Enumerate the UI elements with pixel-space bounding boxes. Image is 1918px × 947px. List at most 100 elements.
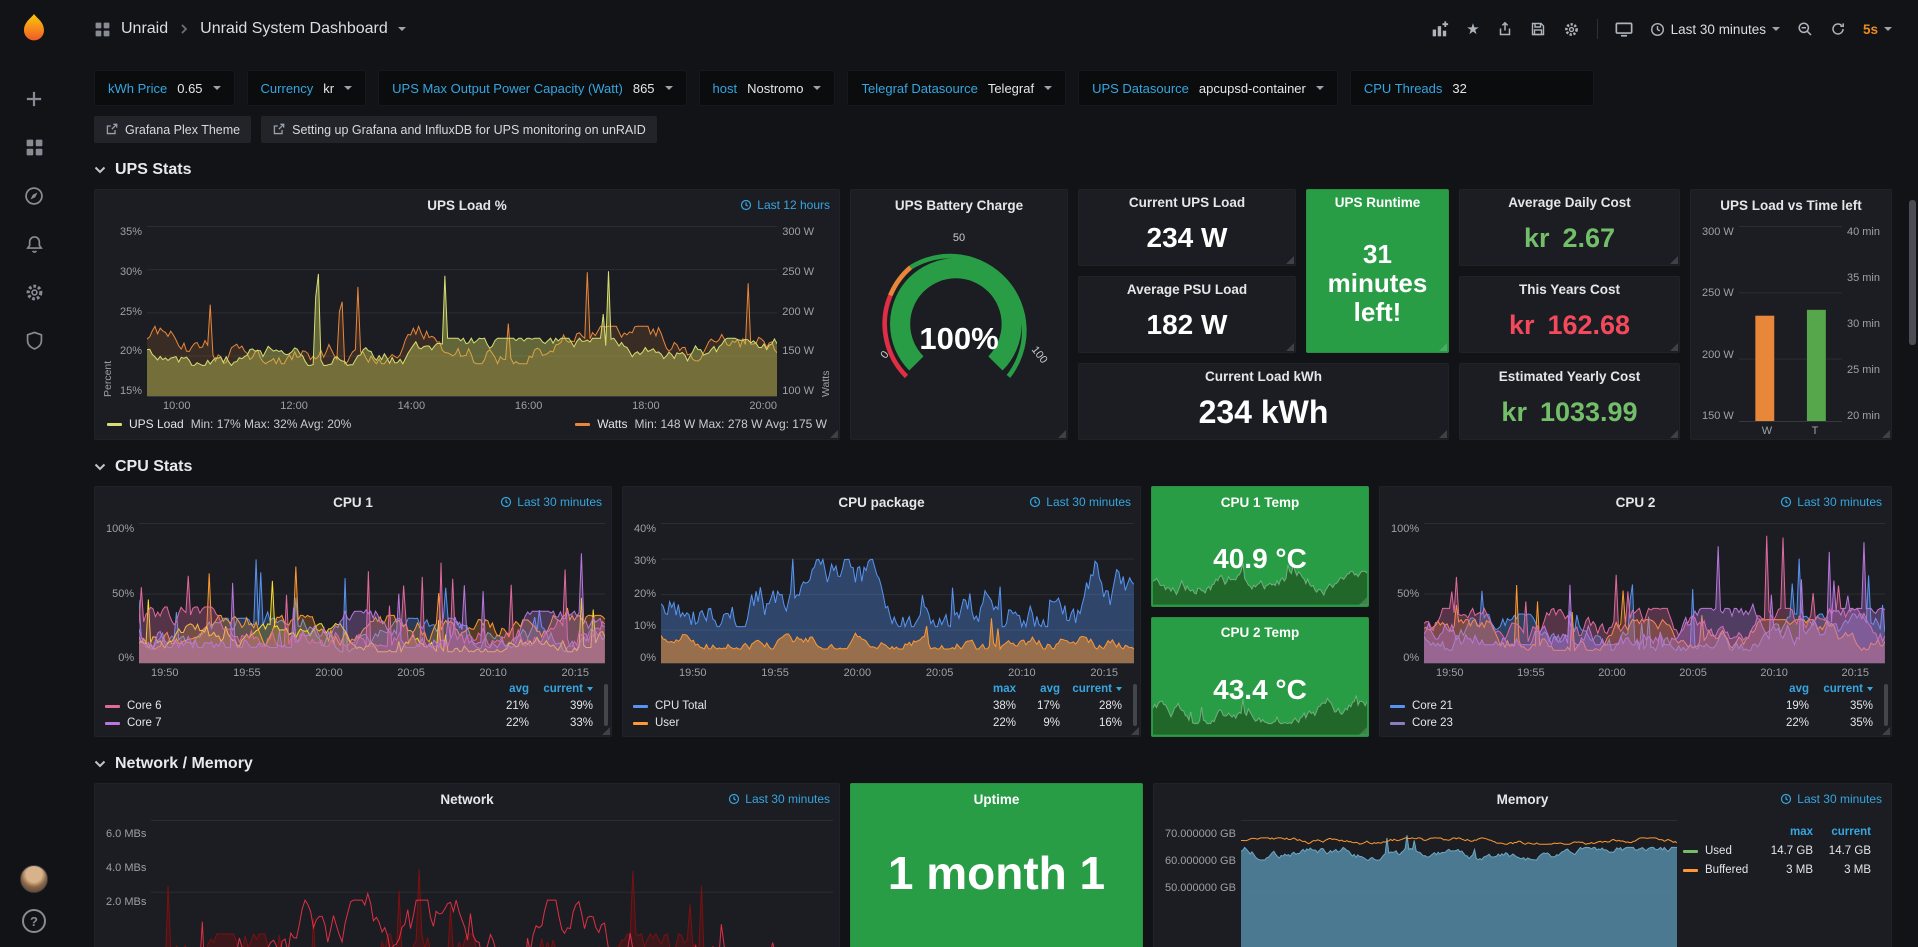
panel-uptime: Uptime 1 month 1 <box>850 783 1143 947</box>
panel-estimated-yearly-cost: Estimated Yearly Cost kr1033.99 <box>1459 363 1680 440</box>
panel-time-override: Last 30 minutes <box>1029 495 1131 509</box>
panel-title[interactable]: This Years Cost <box>1519 282 1620 297</box>
variable-telegraf-datasource[interactable]: Telegraf Datasource Telegraf <box>847 70 1066 106</box>
battery-value: 100% <box>866 321 1052 357</box>
panel-title[interactable]: CPU package <box>838 495 924 510</box>
ups-load-plot[interactable] <box>147 226 777 397</box>
cpu-package-plot[interactable] <box>661 523 1134 664</box>
panel-title[interactable]: Current UPS Load <box>1129 195 1245 210</box>
legend-series[interactable]: CPU Total <box>655 700 707 712</box>
sidebar-create-button[interactable] <box>23 88 45 110</box>
link-grafana-plex-theme[interactable]: Grafana Plex Theme <box>94 116 251 143</box>
sidebar-alerting-button[interactable] <box>24 234 45 255</box>
panel-title[interactable]: Uptime <box>974 792 1020 807</box>
legend-series[interactable]: Core 7 <box>127 717 162 729</box>
legend-scrollbar[interactable] <box>604 684 608 726</box>
section-cpu-stats[interactable]: CPU Stats <box>94 458 1892 476</box>
help-button[interactable]: ? <box>22 909 46 933</box>
legend-series[interactable]: UPS Load <box>129 417 184 431</box>
panel-title[interactable]: CPU 1 Temp <box>1221 495 1300 510</box>
legend-series[interactable]: Buffered <box>1705 864 1748 876</box>
add-panel-icon <box>1431 20 1449 38</box>
grafana-logo[interactable] <box>18 12 50 44</box>
cpu2-plot[interactable] <box>1424 523 1885 664</box>
y-axis-left: 70.000000 GB60.000000 GB50.000000 GB <box>1160 820 1241 947</box>
panel-title[interactable]: UPS Load % <box>427 198 507 213</box>
panel-title[interactable]: Average Daily Cost <box>1508 195 1631 210</box>
panel-this-years-cost: This Years Cost kr162.68 <box>1459 276 1680 353</box>
panel-title[interactable]: CPU 2 <box>1616 495 1656 510</box>
variable-ups-max-watt[interactable]: UPS Max Output Power Capacity (Watt) 865 <box>378 70 686 106</box>
panel-title[interactable]: Network <box>440 792 493 807</box>
x-axis: 19:5019:5520:0020:0520:1020:15 <box>623 664 1140 681</box>
panel-cpu-package: CPU package Last 30 minutes 40%30%20%10%… <box>622 486 1141 737</box>
legend-scrollbar[interactable] <box>1884 684 1888 726</box>
variable-ups-datasource[interactable]: UPS Datasource apcupsd-container <box>1078 70 1338 106</box>
stat-value: kr2.67 <box>1524 223 1615 254</box>
panel-title[interactable]: UPS Load vs Time left <box>1720 198 1862 213</box>
save-dashboard-button[interactable] <box>1530 21 1546 37</box>
panel-title[interactable]: Memory <box>1497 792 1549 807</box>
legend-table: maxcurrent Used14.7 GB14.7 GB Buffered3 … <box>1677 820 1885 947</box>
y-axis-left: 100%50%0% <box>1386 523 1424 664</box>
sidebar-server-admin-button[interactable] <box>24 330 45 351</box>
breadcrumb-folder[interactable]: Unraid <box>121 20 168 38</box>
panel-ups-load-vs-time: UPS Load vs Time left 300 W250 W200 W150… <box>1690 189 1892 440</box>
panel-title[interactable]: UPS Battery Charge <box>895 198 1023 213</box>
cpu-threads-input[interactable] <box>1452 81 1580 96</box>
variable-cpu-threads: CPU Threads <box>1350 70 1595 106</box>
legend-series[interactable]: Core 6 <box>127 700 162 712</box>
sidebar-explore-button[interactable] <box>23 185 45 207</box>
monitor-icon <box>1615 20 1633 38</box>
variable-host[interactable]: host Nostromo <box>699 70 836 106</box>
legend-series[interactable]: User <box>655 717 679 729</box>
refresh-interval-picker[interactable]: 5s <box>1863 22 1892 37</box>
panel-ups-runtime: UPS Runtime 31 minutes left! <box>1306 189 1449 353</box>
stat-value: 1 month 1 <box>888 846 1105 900</box>
legend-series[interactable]: Watts <box>597 417 627 431</box>
refresh-button[interactable] <box>1830 21 1846 37</box>
dashboard-settings-button[interactable] <box>1563 21 1580 38</box>
panel-time-override: Last 12 hours <box>740 198 830 212</box>
tv-mode-button[interactable] <box>1615 20 1633 38</box>
breadcrumb-dashboard[interactable]: Unraid System Dashboard <box>200 20 388 38</box>
panel-title[interactable]: UPS Runtime <box>1335 195 1421 210</box>
panel-title[interactable]: Estimated Yearly Cost <box>1499 369 1641 384</box>
network-plot[interactable] <box>151 820 833 947</box>
link-ups-monitoring-guide[interactable]: Setting up Grafana and InfluxDB for UPS … <box>261 116 657 143</box>
add-panel-button[interactable] <box>1431 20 1449 38</box>
cpu1-plot[interactable] <box>139 523 605 664</box>
legend-series[interactable]: Used <box>1705 845 1732 857</box>
chevron-down-icon <box>94 166 106 174</box>
sidebar-configuration-button[interactable] <box>24 282 45 303</box>
panel-title[interactable]: CPU 1 <box>333 495 373 510</box>
sidebar-dashboards-button[interactable] <box>24 137 45 158</box>
panel-title[interactable]: Current Load kWh <box>1205 369 1322 384</box>
user-avatar[interactable] <box>20 865 48 893</box>
panel-title[interactable]: Average PSU Load <box>1127 282 1247 297</box>
ups-bars-plot[interactable] <box>1739 226 1842 422</box>
variable-currency[interactable]: Currency kr <box>247 70 367 106</box>
legend-scrollbar[interactable] <box>1133 684 1137 726</box>
panel-network: Network Last 30 minutes 6.0 MBs4.0 MBs2.… <box>94 783 840 947</box>
time-range-picker[interactable]: Last 30 minutes <box>1650 22 1780 37</box>
star-dashboard-button[interactable]: ★ <box>1466 22 1479 37</box>
zoom-out-icon <box>1797 21 1813 37</box>
chevron-down-icon[interactable] <box>398 27 406 31</box>
section-network-memory[interactable]: Network / Memory <box>94 755 1892 773</box>
battery-gauge: 0 50 100 100% <box>866 234 1052 389</box>
zoom-out-button[interactable] <box>1797 21 1813 37</box>
share-dashboard-button[interactable] <box>1497 21 1513 37</box>
legend-series[interactable]: Core 23 <box>1412 717 1453 729</box>
memory-plot[interactable] <box>1241 820 1677 947</box>
panel-title[interactable]: CPU 2 Temp <box>1221 625 1300 640</box>
chevron-down-icon <box>94 760 106 768</box>
section-ups-stats[interactable]: UPS Stats <box>94 161 1892 179</box>
clock-icon <box>1650 22 1665 37</box>
chevron-down-icon <box>344 86 352 90</box>
variable-kwh-price[interactable]: kWh Price 0.65 <box>94 70 235 106</box>
page-scrollbar[interactable] <box>1909 200 1916 345</box>
stat-value: 182 W <box>1147 309 1228 341</box>
dashboard-grid: UPS Stats UPS Load % Last 12 hours Perce… <box>68 161 1918 947</box>
legend-series[interactable]: Core 21 <box>1412 700 1453 712</box>
